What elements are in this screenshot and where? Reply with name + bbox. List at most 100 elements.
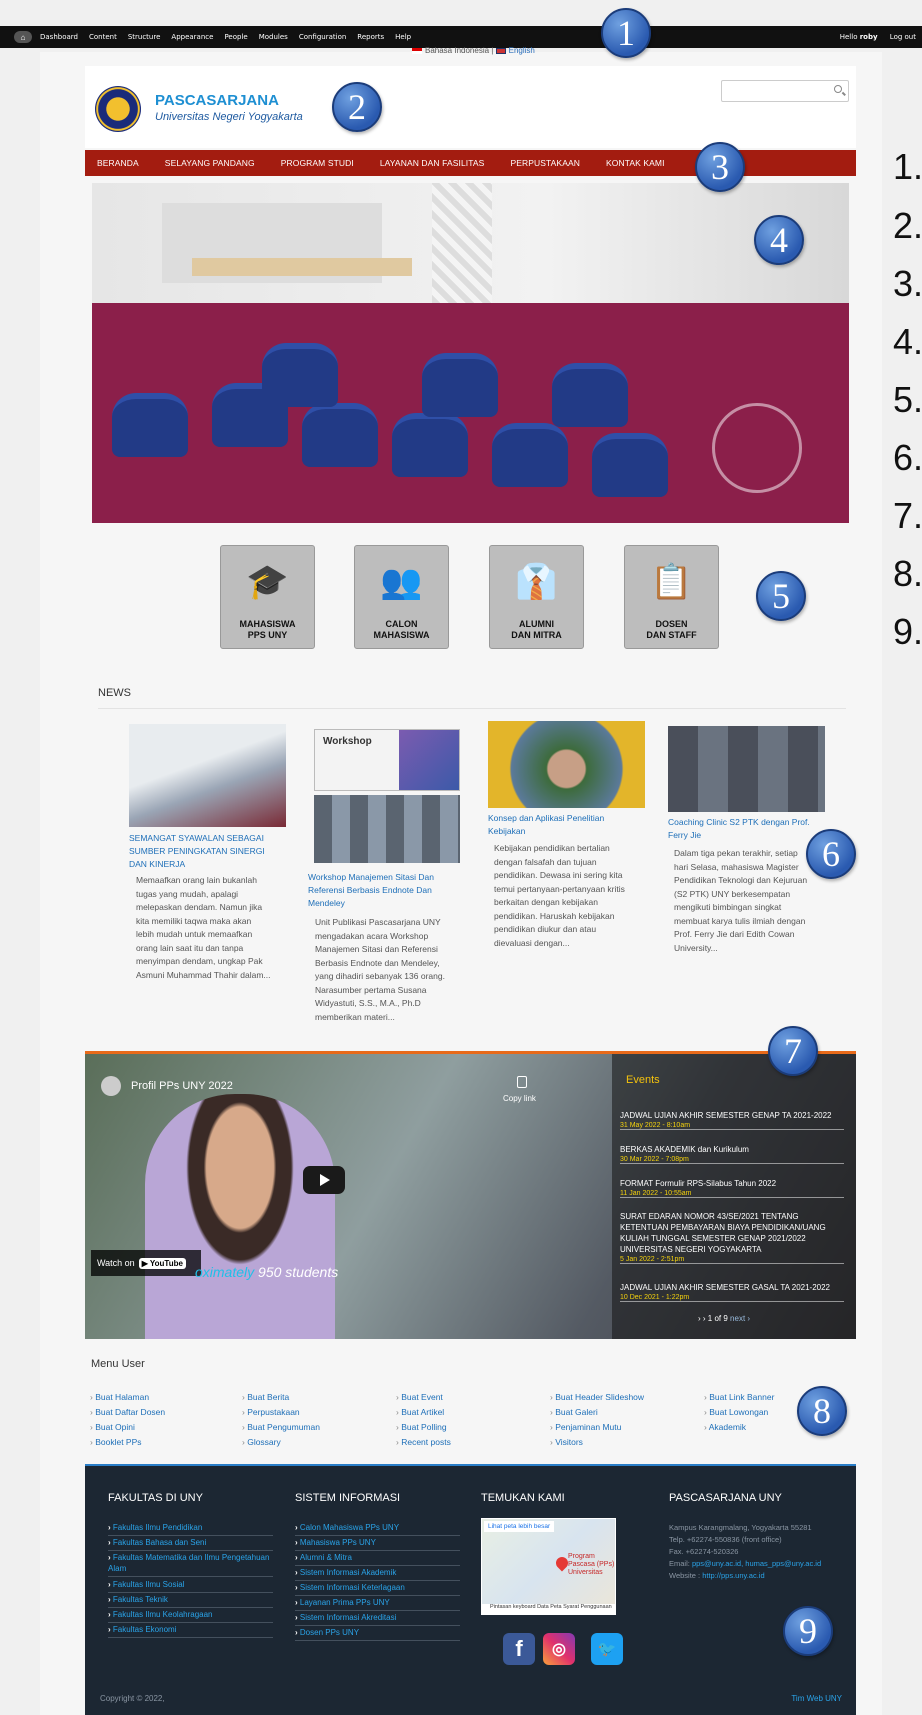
footer-link[interactable]: Fakultas Teknik [108,1594,273,1608]
tile-dosen[interactable]: 📋 DOSEN DAN STAFF [624,545,719,649]
menu-link[interactable]: Buat Galeri [550,1407,598,1417]
menu-link[interactable]: Perpustakaan [242,1407,299,1417]
menu-link[interactable]: Buat Header Slideshow [550,1392,644,1402]
event-item[interactable]: BERKAS AKADEMIK dan Kurikulum 30 Mar 202… [620,1144,844,1164]
video-person [145,1094,335,1339]
admin-item-reports[interactable]: Reports [357,33,384,41]
menu-link[interactable]: Glossary [242,1437,281,1447]
admin-item-content[interactable]: Content [89,33,117,41]
menu-link[interactable]: Buat Artikel [396,1407,444,1417]
tile-calon-mahasiswa[interactable]: 👥 CALON MAHASISWA [354,545,449,649]
pager-next-link[interactable]: next › [730,1314,750,1323]
website-link[interactable]: http://pps.uny.ac.id [702,1571,764,1580]
event-title[interactable]: JADWAL UJIAN AKHIR SEMESTER GASAL TA 202… [620,1282,844,1293]
event-title[interactable]: JADWAL UJIAN AKHIR SEMESTER GENAP TA 202… [620,1110,844,1121]
event-title[interactable]: SURAT EDARAN NOMOR 43/SE/2021 TENTANG KE… [620,1211,844,1255]
menu-link[interactable]: Buat Lowongan [704,1407,768,1417]
email-link[interactable]: pps@uny.ac.id, humas_pps@uny.ac.id [692,1559,821,1568]
news-image[interactable] [314,795,460,863]
admin-item-modules[interactable]: Modules [259,33,288,41]
twitter-icon[interactable]: 🐦 [591,1633,623,1665]
menu-link[interactable]: Buat Pengumuman [242,1422,320,1432]
footer-link[interactable]: Alumni & Mitra [295,1552,460,1566]
footer-link[interactable]: Fakultas Ilmu Sosial [108,1579,273,1593]
annotation-badge-4: 4 [754,215,804,265]
pager-arrows-icon[interactable]: › › [698,1314,706,1323]
footer-link[interactable]: Fakultas Bahasa dan Seni [108,1537,273,1551]
nav-layanan-fasilitas[interactable]: LAYANAN DAN FASILITAS [380,158,485,168]
site-title[interactable]: PASCASARJANA [155,92,279,109]
uny-logo-icon[interactable] [95,86,141,132]
admin-item-configuration[interactable]: Configuration [299,33,346,41]
news-title-link[interactable]: Konsep dan Aplikasi Penelitian Kebijakan [488,812,638,838]
admin-item-dashboard[interactable]: Dashboard [40,33,78,41]
event-title[interactable]: BERKAS AKADEMIK dan Kurikulum [620,1144,844,1155]
footer-link[interactable]: Sistem Informasi Akreditasi [295,1612,460,1626]
channel-avatar[interactable] [101,1076,121,1096]
watch-on-youtube-button[interactable]: Watch on ▶ YouTube [91,1250,201,1276]
search-input[interactable] [721,80,849,102]
map-enlarge-link[interactable]: Lihat peta lebih besar [484,1521,555,1532]
home-icon[interactable]: ⌂ [14,31,32,43]
menu-link[interactable]: Buat Berita [242,1392,289,1402]
menu-link[interactable]: Buat Halaman [90,1392,149,1402]
menu-link[interactable]: Buat Link Banner [704,1392,774,1402]
nav-selayang-pandang[interactable]: SELAYANG PANDANG [165,158,255,168]
menu-link[interactable]: Buat Event [396,1392,443,1402]
menu-link[interactable]: Visitors [550,1437,583,1447]
copy-icon[interactable] [517,1076,527,1088]
nav-perpustakaan[interactable]: PERPUSTAKAAN [510,158,580,168]
facebook-icon[interactable]: f [503,1633,535,1665]
event-item[interactable]: FORMAT Formulir RPS-Silabus Tahun 2022 1… [620,1178,844,1198]
tile-mahasiswa[interactable]: 🎓 MAHASISWA PPS UNY [220,545,315,649]
credit-link[interactable]: Tim Web UNY [791,1694,842,1703]
footer-link[interactable]: Fakultas Ekonomi [108,1624,273,1638]
event-item[interactable]: JADWAL UJIAN AKHIR SEMESTER GASAL TA 202… [620,1282,844,1302]
lang-indonesia[interactable]: Bahasa Indonesia [425,46,489,55]
menu-link[interactable]: Buat Daftar Dosen [90,1407,165,1417]
menu-link[interactable]: Akademik [704,1422,746,1432]
logout-link[interactable]: Log out [890,33,916,41]
footer-link[interactable]: Fakultas Ilmu Pendidikan [108,1522,273,1536]
menu-link[interactable]: Buat Polling [396,1422,446,1432]
play-button[interactable] [303,1166,345,1194]
menu-link[interactable]: Buat Opini [90,1422,135,1432]
menu-link[interactable]: Booklet PPs [90,1437,141,1447]
event-item[interactable]: JADWAL UJIAN AKHIR SEMESTER GENAP TA 202… [620,1110,844,1130]
news-image[interactable] [668,726,825,812]
footer-link[interactable]: Sistem Informasi Keterlagaan [295,1582,460,1596]
nav-kontak-kami[interactable]: KONTAK KAMI [606,158,665,168]
news-title-link[interactable]: Workshop Manajemen Sitasi Dan Referensi … [308,871,458,910]
copy-link-label[interactable]: Copy link [503,1094,536,1103]
admin-item-structure[interactable]: Structure [128,33,161,41]
user-name[interactable]: roby [860,33,878,41]
footer-link[interactable]: Dosen PPs UNY [295,1627,460,1641]
footer-link[interactable]: Calon Mahasiswa PPs UNY [295,1522,460,1536]
tile-alumni[interactable]: 👔 ALUMNI DAN MITRA [489,545,584,649]
news-title-link[interactable]: SEMANGAT SYAWALAN SEBAGAI SUMBER PENINGK… [129,832,279,871]
news-image[interactable] [129,724,286,827]
admin-item-help[interactable]: Help [395,33,411,41]
footer-link[interactable]: Fakultas Ilmu Keolahragaan [108,1609,273,1623]
news-title-link[interactable]: Coaching Clinic S2 PTK dengan Prof. Ferr… [668,816,818,842]
video-title[interactable]: Profil PPs UNY 2022 [131,1080,233,1092]
news-image[interactable] [488,721,645,808]
google-map[interactable]: Lihat peta lebih besar Program Pascasa (… [481,1518,616,1615]
footer-link[interactable]: Layanan Prima PPs UNY [295,1597,460,1611]
lang-english[interactable]: English [509,46,535,55]
nav-program-studi[interactable]: PROGRAM STUDI [281,158,354,168]
menu-link[interactable]: Recent posts [396,1437,451,1447]
footer-link[interactable]: Mahasiswa PPs UNY [295,1537,460,1551]
footer-link[interactable]: Sistem Informasi Akademik [295,1567,460,1581]
header-slideshow[interactable] [92,183,849,523]
instagram-icon[interactable]: ◎ [543,1633,575,1665]
admin-item-appearance[interactable]: Appearance [171,33,213,41]
admin-item-people[interactable]: People [224,33,247,41]
search-icon[interactable] [834,85,842,93]
menu-link[interactable]: Penjaminan Mutu [550,1422,621,1432]
event-title[interactable]: FORMAT Formulir RPS-Silabus Tahun 2022 [620,1178,844,1189]
news-image[interactable]: Workshop [314,729,460,791]
event-item[interactable]: SURAT EDARAN NOMOR 43/SE/2021 TENTANG KE… [620,1211,844,1264]
footer-link[interactable]: Fakultas Matematika dan Ilmu Pengetahuan… [108,1552,273,1577]
nav-beranda[interactable]: BERANDA [97,158,139,168]
